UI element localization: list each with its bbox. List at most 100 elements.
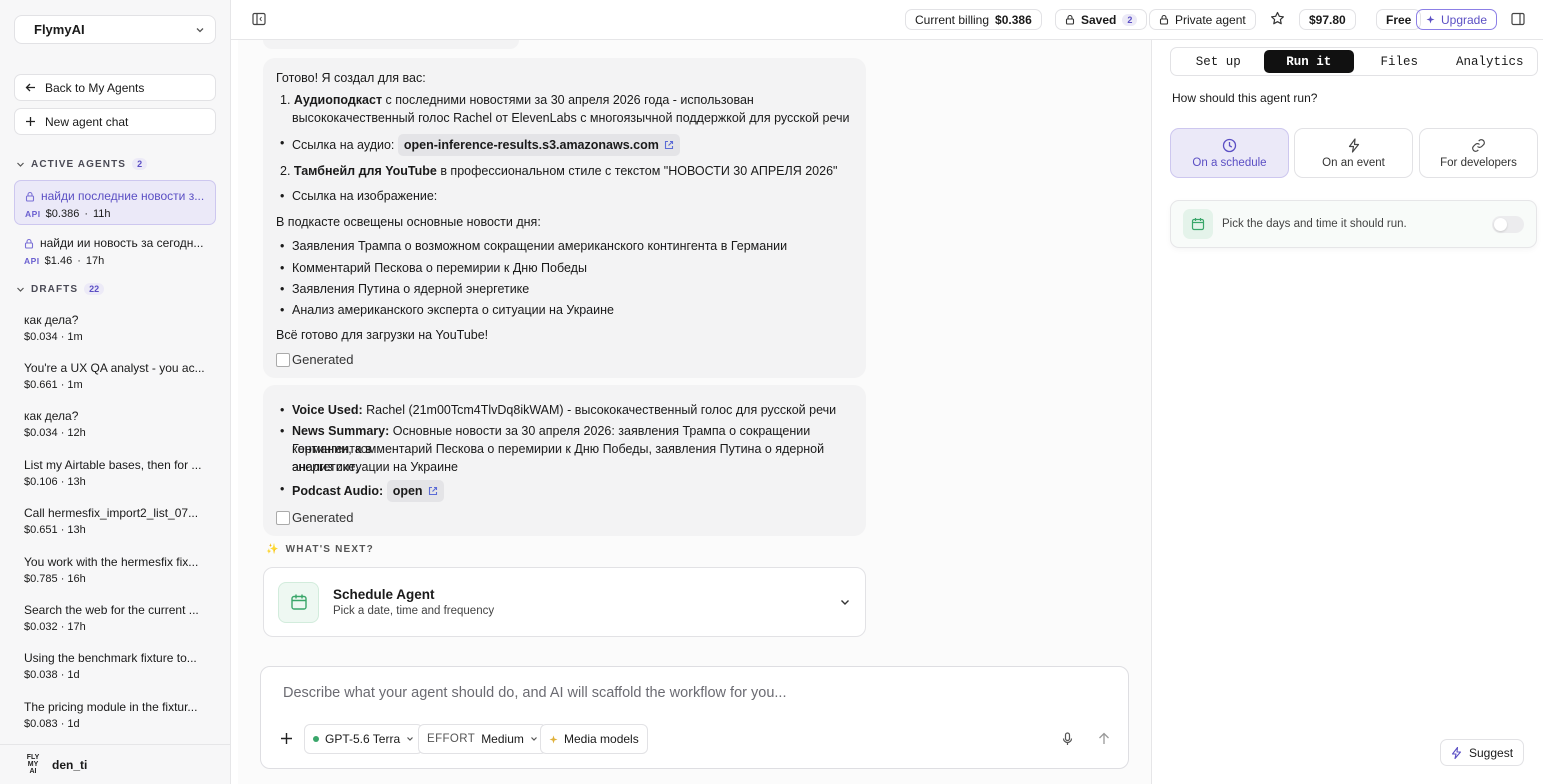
draft-item[interactable]: как дела? $0.034 · 12h	[24, 409, 208, 439]
panel-tabs: Set up Run it Files Analytics	[1170, 47, 1538, 76]
draft-item[interactable]: You work with the hermesfix fix... $0.785…	[24, 555, 208, 585]
draft-item[interactable]: You're a UX QA analyst - you ac... $0.661…	[24, 361, 208, 391]
audio-link[interactable]: open-inference-results.s3.amazonaws.com	[397, 134, 680, 156]
generated-image[interactable]: Generated	[276, 351, 353, 369]
effort-value: Medium	[481, 732, 524, 746]
draft-title: Search the web for the current ...	[24, 603, 199, 617]
previous-message-edge	[263, 40, 519, 49]
tab-set-up[interactable]: Set up	[1173, 50, 1264, 73]
option-label: For developers	[1440, 156, 1517, 169]
top-bar: Current billing $0.386 Saved 2 Private a…	[231, 0, 1543, 40]
schedule-agent-card[interactable]: Schedule Agent Pick a date, time and fre…	[263, 567, 866, 637]
audio-label: Ссылка на аудио:	[292, 138, 395, 152]
option-on-schedule[interactable]: On a schedule	[1170, 128, 1289, 178]
suggest-button[interactable]: Suggest	[1440, 739, 1525, 766]
active-agent-item[interactable]: найди ии новость за сегодн... API $1.46 …	[14, 228, 216, 273]
chevron-down-icon	[530, 735, 538, 743]
active-agent-item[interactable]: найди последние новости з... API $0.386 …	[14, 180, 216, 225]
send-arrow-icon[interactable]	[1098, 732, 1110, 745]
option-for-developers[interactable]: For developers	[1419, 128, 1538, 178]
schedule-picker-row[interactable]: Pick the days and time it should run.	[1170, 200, 1537, 248]
panel-toggle-icon[interactable]	[1511, 12, 1525, 26]
podcast-label: Podcast Audio:	[292, 484, 384, 498]
news-bullet: Заявления Трампа о возможном сокращении …	[280, 237, 852, 255]
arrow-left-icon	[25, 82, 36, 93]
draft-title: The pricing module in the fixtur...	[24, 700, 198, 714]
active-agents-title: ACTIVE AGENTS	[31, 158, 127, 170]
billing-value: $0.386	[995, 12, 1032, 27]
summary-intro: В подкасте освещены основные новости дня…	[276, 215, 541, 229]
media-models-button[interactable]: Media models	[540, 724, 648, 754]
saved-button[interactable]: Saved 2	[1055, 9, 1148, 30]
lock-icon	[25, 191, 35, 202]
option-on-event[interactable]: On an event	[1294, 128, 1413, 178]
sparkle-icon	[549, 735, 558, 744]
private-agent-button[interactable]: Private agent	[1149, 9, 1256, 30]
draft-item[interactable]: Using the benchmark fixture to... $0.038 …	[24, 651, 208, 681]
back-to-agents-button[interactable]: Back to My Agents	[14, 74, 216, 101]
tab-files[interactable]: Files	[1354, 50, 1445, 73]
active-agents-header[interactable]: ACTIVE AGENTS 2	[16, 158, 148, 170]
draft-meta: $0.785 · 16h	[24, 573, 86, 585]
draft-item[interactable]: Search the web for the current ... $0.032…	[24, 603, 208, 633]
upgrade-label: Upgrade	[1441, 12, 1488, 27]
plan-badge: Free	[1376, 9, 1422, 30]
audio-link-row: Ссылка на аудио: open-inference-results.…	[280, 134, 852, 156]
plus-icon	[25, 116, 36, 127]
private-label: Private agent	[1175, 12, 1246, 27]
clock-icon	[1222, 138, 1237, 153]
voice-text: Rachel (21m00Tcm4TlvDq8ikWAM) - высокока…	[362, 403, 837, 417]
effort-label: EFFORT	[427, 733, 476, 745]
plan-label: Free	[1386, 12, 1412, 27]
app-root: FlymyAI Back to My Agents New agent chat…	[0, 0, 1543, 784]
news-text-cont: анализ ситуации на Украине	[292, 460, 458, 474]
microphone-icon[interactable]	[1061, 732, 1074, 746]
current-billing[interactable]: Current billing $0.386	[905, 9, 1042, 30]
prompt-input[interactable]: Describe what your agent should do, and …	[283, 685, 786, 701]
effort-selector[interactable]: EFFORT Medium	[418, 724, 547, 754]
draft-title: You work with the hermesfix fix...	[24, 555, 199, 569]
tab-run-it[interactable]: Run it	[1263, 50, 1354, 73]
lightning-icon	[1451, 746, 1462, 759]
assistant-message: Voice Used: Rachel (21m00Tcm4TlvDq8ikWAM…	[263, 385, 866, 536]
podcast-link[interactable]: open	[386, 480, 444, 502]
star-icon[interactable]	[1270, 11, 1285, 26]
numbered-item-1: 1. Аудиоподкаст с последними новостями з…	[280, 93, 754, 107]
media-label: Media models	[564, 732, 639, 746]
numbered-item-2: 2. Тамбнейл для YouTube в профессиональн…	[280, 164, 838, 178]
draft-item[interactable]: List my Airtable bases, then for ... $0.1…	[24, 458, 208, 488]
schedule-toggle[interactable]	[1492, 216, 1524, 233]
plus-icon[interactable]	[280, 732, 293, 745]
workspace-switcher[interactable]: FlymyAI	[14, 15, 216, 44]
tab-analytics[interactable]: Analytics	[1445, 50, 1536, 73]
workspace-name: FlymyAI	[34, 22, 85, 37]
lock-icon	[1159, 14, 1169, 25]
new-agent-chat-button[interactable]: New agent chat	[14, 108, 216, 135]
upgrade-button[interactable]: Upgrade	[1416, 9, 1498, 30]
draft-title: как дела?	[24, 409, 79, 423]
lock-icon	[1065, 14, 1075, 25]
drafts-header[interactable]: DRAFTS 22	[16, 283, 105, 295]
draft-title: You're a UX QA analyst - you ac...	[24, 361, 205, 375]
agent-age: 17h	[85, 255, 105, 267]
separator-dot: ·	[84, 208, 88, 220]
model-selector[interactable]: GPT-5.6 Terra	[304, 724, 424, 754]
image-alt: Generated	[292, 510, 354, 525]
draft-title: как дела?	[24, 313, 79, 327]
api-badge: API	[24, 256, 40, 266]
status-dot	[313, 736, 319, 742]
agent-age: 11h	[93, 208, 111, 220]
chevron-down-icon	[195, 25, 205, 35]
sparkle-icon	[1426, 15, 1435, 24]
chevron-down-icon[interactable]	[839, 596, 851, 608]
api-badge: API	[25, 209, 41, 219]
user-profile[interactable]: FLY MY AI den_ti	[0, 744, 230, 784]
draft-item[interactable]: The pricing module in the fixtur... $0.08…	[24, 700, 208, 730]
balance-chip[interactable]: $97.80	[1299, 9, 1356, 30]
draft-meta: $0.083 · 1d	[24, 718, 80, 730]
generated-image[interactable]: Generated	[276, 509, 353, 527]
item1-text: с последними новостями за 30 апреля 2026…	[382, 93, 754, 107]
sidebar-toggle-icon[interactable]	[252, 12, 266, 26]
draft-item[interactable]: как дела? $0.034 · 1m	[24, 313, 208, 343]
draft-item[interactable]: Call hermesfix_import2_list_07... $0.651 …	[24, 506, 208, 536]
